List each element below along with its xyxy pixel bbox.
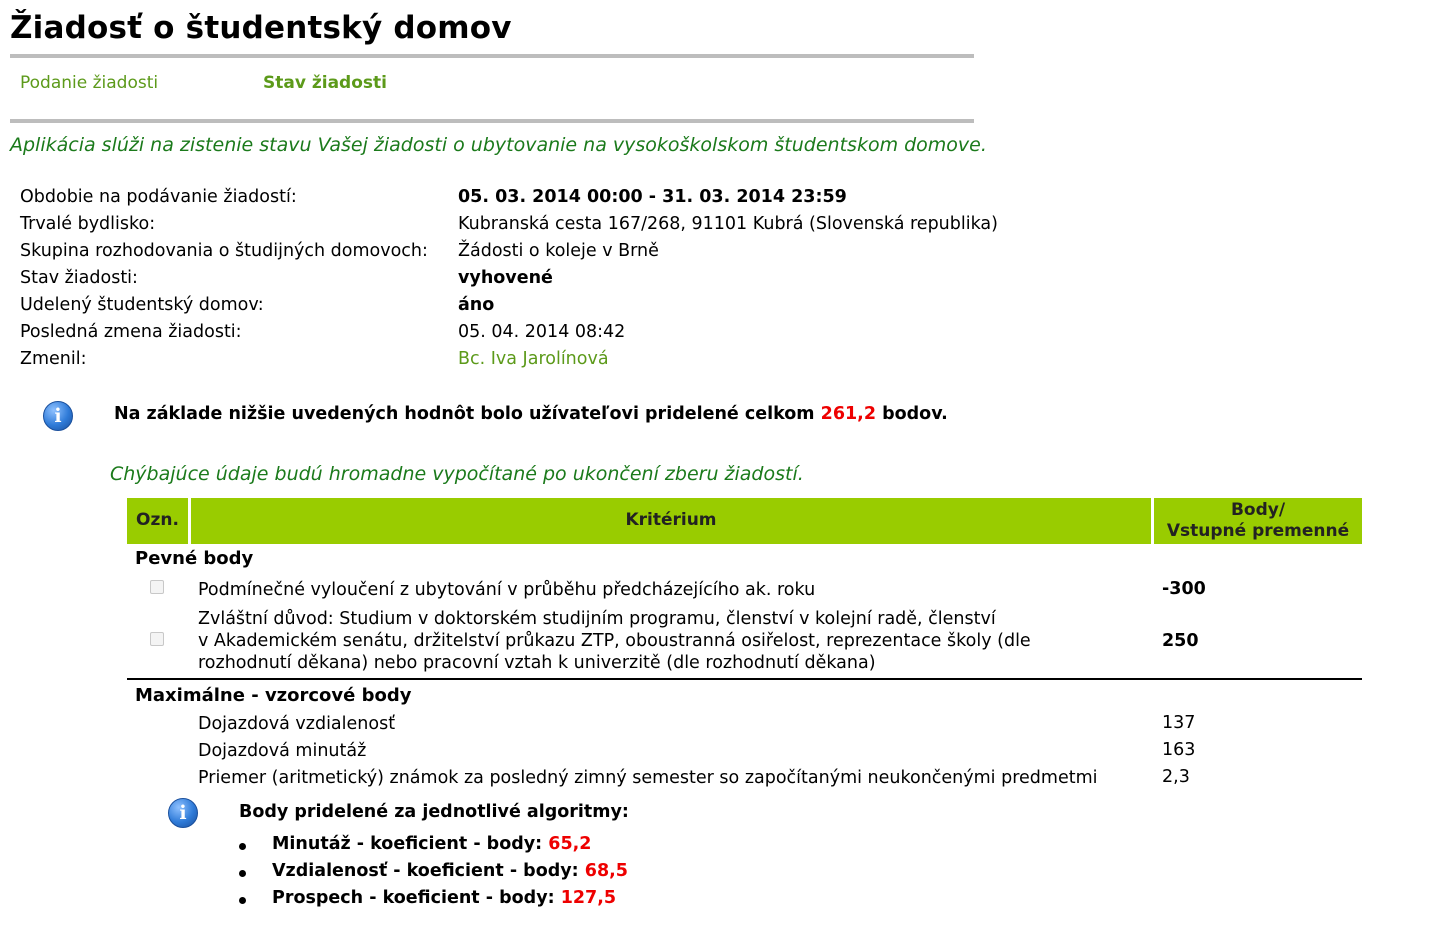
criterion-line: rozhodnutí děkana) nebo pracovní vztah k… [198, 653, 876, 673]
info-value: 05. 03. 2014 00:00 - 31. 03. 2014 23:59 [458, 187, 847, 207]
algorithm-value: 68,5 [584, 861, 628, 881]
criterion-label: Zvláštní důvod: Studium v doktorském stu… [198, 608, 1031, 674]
section-fixed-points: Pevné body [135, 548, 254, 569]
formula-label: Dojazdová minutáž [198, 741, 367, 761]
info-label: Posledná zmena žiadosti: [20, 322, 242, 342]
algorithm-value: 127,5 [560, 888, 617, 908]
status-value: vyhovené [458, 268, 553, 288]
column-header-points-line1: Body/ [1230, 499, 1286, 520]
bullet-icon [239, 843, 246, 850]
formula-value: 137 [1162, 713, 1196, 733]
column-header-criterion: Kritérium [191, 498, 1151, 544]
nav-link-submit[interactable]: Podanie žiadosti [20, 73, 158, 93]
criterion-checkbox[interactable] [150, 632, 164, 646]
info-icon: i [168, 798, 198, 828]
algorithm-item: Minutáž - koeficient - body: 65,2 [272, 834, 591, 854]
algorithms-heading: Body pridelené za jednotlivé algoritmy: [239, 802, 629, 822]
criterion-line: v Akademickém senátu, držitelství průkaz… [198, 631, 1031, 651]
nav-divider [10, 119, 974, 123]
criterion-value: -300 [1162, 579, 1206, 599]
page-title: Žiadosť o študentský domov [10, 10, 512, 46]
column-header-ozn: Ozn. [127, 498, 188, 544]
algorithm-item: Prospech - koeficient - body: 127,5 [272, 888, 616, 908]
page: Žiadosť o študentský domov Podanie žiado… [0, 0, 1437, 929]
criterion-line: Zvláštní důvod: Studium v doktorském stu… [198, 609, 996, 629]
total-points: 261,2 [820, 404, 876, 424]
section-divider [127, 678, 1362, 680]
info-label: Udelený študentský domov: [20, 295, 264, 315]
info-label: Stav žiadosti: [20, 268, 138, 288]
nav-link-status[interactable]: Stav žiadosti [263, 73, 387, 93]
formula-value: 163 [1162, 740, 1196, 760]
missing-data-note: Chýbajúce údaje budú hromadne vypočítané… [110, 463, 804, 485]
info-value: 05. 04. 2014 08:42 [458, 322, 626, 342]
formula-label: Dojazdová vzdialenosť [198, 714, 396, 734]
column-header-points-line2: Vstupné premenné [1166, 521, 1350, 541]
summary-suffix: bodov. [882, 404, 948, 424]
summary-prefix: Na základe nižšie uvedených hodnôt bolo … [114, 404, 815, 424]
algorithm-label: Vzdialenosť - koeficient - body: [272, 861, 579, 881]
algorithm-label: Prospech - koeficient - body: [272, 888, 555, 908]
title-divider [10, 54, 974, 58]
formula-value: 2,3 [1162, 767, 1190, 787]
bullet-icon [239, 870, 246, 877]
info-label: Obdobie na podávanie žiadostí: [20, 187, 297, 207]
changed-by-link[interactable]: Bc. Iva Jarolínová [458, 349, 609, 369]
granted-value: áno [458, 295, 495, 315]
algorithm-value: 65,2 [548, 834, 592, 854]
info-value: Žádosti o koleje v Brně [458, 241, 659, 261]
column-header-points: Body/ Vstupné premenné [1154, 498, 1362, 544]
info-value: Kubranská cesta 167/268, 91101 Kubrá (Sl… [458, 214, 998, 234]
points-summary: Na základe nižšie uvedených hodnôt bolo … [114, 404, 948, 424]
info-label: Trvalé bydlisko: [20, 214, 156, 234]
info-icon: i [43, 401, 73, 431]
criterion-checkbox[interactable] [150, 580, 164, 594]
algorithm-item: Vzdialenosť - koeficient - body: 68,5 [272, 861, 628, 881]
criterion-label: Podmínečné vyloučení z ubytování v průbě… [198, 580, 816, 600]
formula-label: Priemer (aritmetický) známok za posledný… [198, 768, 1098, 788]
info-label: Skupina rozhodovania o študijných domovo… [20, 241, 428, 261]
criterion-value: 250 [1162, 631, 1199, 651]
algorithm-label: Minutáž - koeficient - body: [272, 834, 543, 854]
bullet-icon [239, 897, 246, 904]
intro-text: Aplikácia slúži na zistenie stavu Vašej … [10, 134, 987, 156]
section-formula-points: Maximálne - vzorcové body [135, 685, 412, 706]
info-label: Zmenil: [20, 349, 87, 369]
